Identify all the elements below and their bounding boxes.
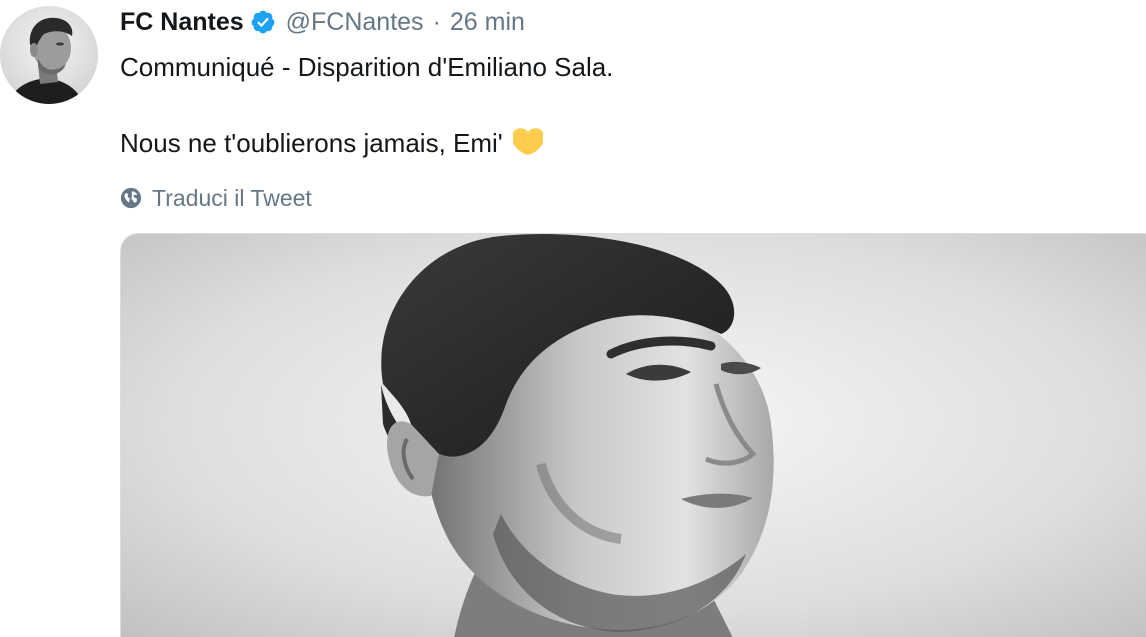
media-photo (121, 234, 1146, 637)
user-handle[interactable]: @FCNantes (286, 8, 424, 37)
display-name[interactable]: FC Nantes (120, 8, 244, 37)
tweet-text-line-2-wrapper: Nous ne t'oublierons jamais, Emi' (120, 124, 613, 162)
timestamp[interactable]: 26 min (450, 8, 525, 37)
separator-dot: · (432, 7, 441, 36)
tweet-text: Communiqué - Disparition d'Emiliano Sala… (120, 48, 613, 162)
verified-badge-icon (250, 9, 276, 35)
tweet-header: FC Nantes @FCNantes · 26 min (120, 5, 525, 39)
avatar-photo (0, 6, 98, 104)
tweet-media-image[interactable] (120, 233, 1146, 637)
avatar[interactable] (0, 6, 98, 104)
tweet: FC Nantes @FCNantes · 26 min Communiqué … (0, 0, 1146, 637)
translate-tweet-label: Traduci il Tweet (152, 184, 312, 211)
yellow-heart-icon (511, 128, 545, 156)
tweet-text-line-2: Nous ne t'oublierons jamais, Emi' (120, 128, 503, 158)
tweet-text-line-1: Communiqué - Disparition d'Emiliano Sala… (120, 52, 614, 82)
globe-icon (120, 187, 142, 209)
translate-tweet-link[interactable]: Traduci il Tweet (120, 183, 312, 213)
